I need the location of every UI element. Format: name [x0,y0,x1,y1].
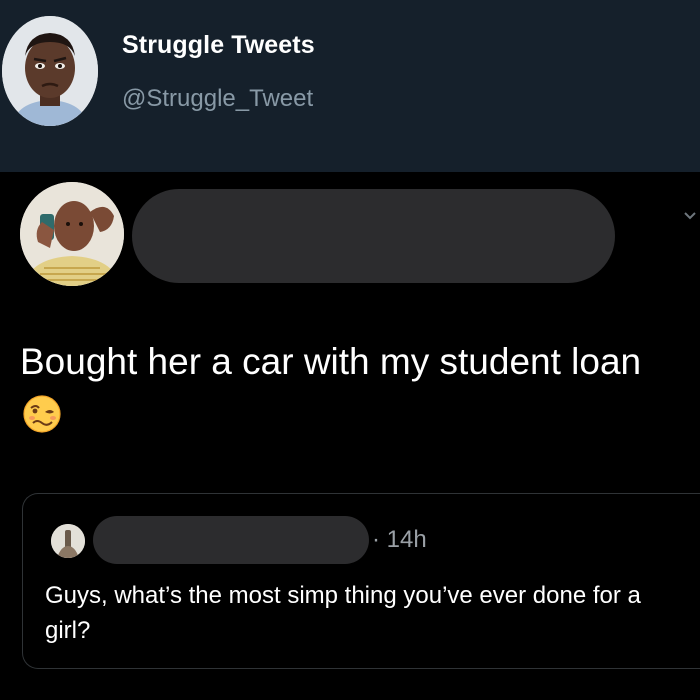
account-header: Struggle Tweets @Struggle_Tweet [0,0,700,172]
redacted-quoted-author-name [93,516,369,564]
tweet: Bought her a car with my student loan · … [0,172,700,700]
woozy-face-icon [23,395,61,433]
quoted-tweet-text: Guys, what’s the most simp thing you’ve … [45,582,641,644]
account-avatar-image [2,16,98,126]
account-name[interactable]: Struggle Tweets [122,31,315,60]
account-handle[interactable]: @Struggle_Tweet [122,85,313,113]
quoted-tweet-card[interactable]: · 14h Guys, what’s the most simp thing y… [22,493,700,669]
redacted-author-name [132,189,615,283]
account-avatar[interactable] [2,16,98,126]
tweet-text-content: Bought her a car with my student loan [20,341,642,382]
screenshot: Struggle Tweets @Struggle_Tweet Bought h… [0,0,700,700]
quoted-tweet-timestamp[interactable]: · 14h [372,526,427,554]
tweet-author-avatar-image [20,182,124,286]
chevron-down-icon[interactable] [683,208,697,222]
quoted-author-avatar-image [51,524,85,558]
tweet-text: Bought her a car with my student loan [20,336,660,440]
tweet-author-avatar[interactable] [20,182,124,286]
quoted-author-avatar[interactable] [51,524,85,558]
